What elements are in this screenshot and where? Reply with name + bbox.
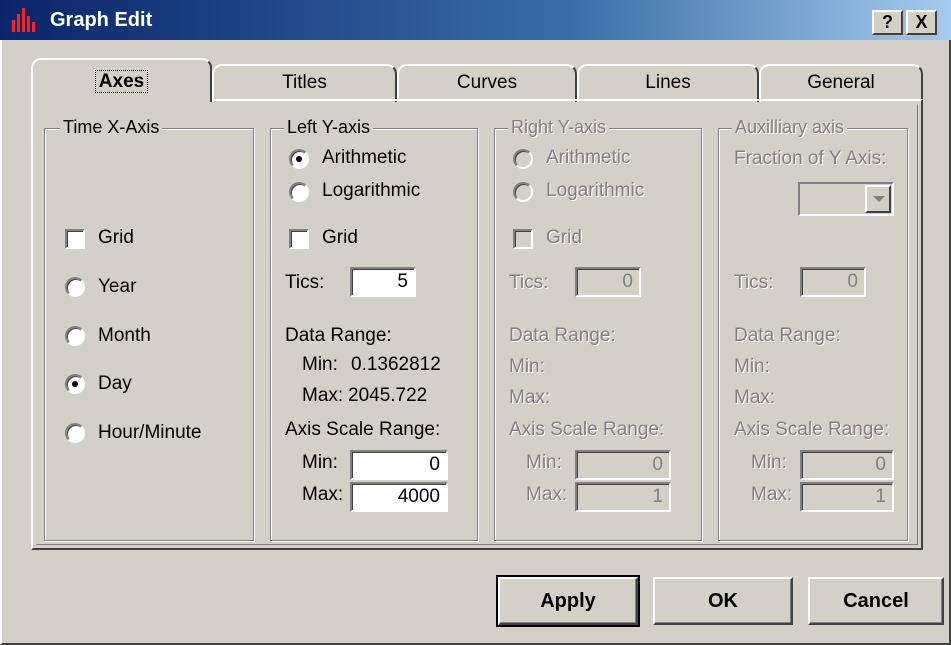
left-axis-scale-label: Axis Scale Range: (285, 419, 441, 440)
auxiliary-axis-title: Auxilliary axis (732, 116, 848, 138)
year-radio[interactable] (65, 277, 85, 297)
left-arithmetic-label: Arithmetic (322, 147, 407, 168)
left-scale-max-input[interactable]: 4000 (350, 482, 448, 512)
aux-scale-max-label: Max: (751, 484, 793, 505)
left-grid-checkbox[interactable] (289, 229, 309, 249)
left-logarithmic-radio[interactable] (289, 182, 309, 202)
month-radio[interactable] (65, 326, 85, 346)
right-scale-min-input[interactable]: 0 (575, 450, 671, 480)
tab-lines-label: Lines (645, 72, 691, 93)
left-scale-min-input[interactable]: 0 (350, 450, 448, 480)
time-x-grid-label: Grid (98, 227, 134, 248)
title-bar[interactable]: Graph Edit ? X (0, 0, 951, 40)
right-logarithmic-radio[interactable] (513, 182, 533, 202)
tab-general-label: General (807, 72, 875, 93)
tab-titles[interactable]: Titles (212, 64, 397, 102)
left-y-axis-title: Left Y-axis (284, 116, 374, 138)
apply-button[interactable]: Apply (496, 575, 640, 627)
tab-curves-label: Curves (456, 72, 518, 93)
cancel-button[interactable]: Cancel (808, 577, 944, 625)
tab-curves[interactable]: Curves (397, 64, 577, 102)
chevron-down-icon[interactable] (865, 185, 891, 213)
left-data-min-value: 0.1362812 (351, 354, 441, 375)
right-scale-min-label: Min: (526, 452, 562, 473)
tab-titles-label: Titles (282, 72, 327, 93)
right-logarithmic-label: Logarithmic (546, 180, 645, 201)
day-radio[interactable] (65, 374, 85, 394)
fraction-y-axis-select[interactable] (798, 182, 894, 216)
left-scale-max-label: Max: (302, 484, 344, 505)
year-label: Year (98, 276, 137, 297)
left-logarithmic-label: Logarithmic (322, 180, 421, 201)
bar-chart-icon (12, 8, 35, 32)
window-title: Graph Edit (50, 9, 153, 31)
aux-tics-input[interactable]: 0 (800, 267, 866, 297)
left-data-range-label: Data Range: (285, 325, 392, 346)
hour-minute-label: Hour/Minute (98, 422, 202, 443)
time-x-grid-checkbox[interactable] (65, 229, 85, 249)
right-scale-max-input[interactable]: 1 (575, 482, 671, 512)
left-tics-input[interactable]: 5 (350, 267, 416, 297)
tab-general[interactable]: General (759, 64, 923, 102)
right-scale-max-label: Max: (526, 484, 568, 505)
tab-axes-label: Axes (94, 70, 149, 93)
left-data-max-label: Max: (302, 385, 344, 406)
right-grid-label: Grid (546, 227, 582, 248)
left-scale-min-label: Min: (302, 452, 338, 473)
time-x-axis-title: Time X-Axis (60, 116, 163, 138)
left-data-min-label: Min: (302, 354, 338, 375)
aux-axis-scale-label: Axis Scale Range: (734, 419, 890, 440)
fraction-y-axis-label: Fraction of Y Axis: (734, 148, 887, 169)
close-button[interactable]: X (906, 10, 937, 35)
month-label: Month (98, 325, 151, 346)
right-data-range-label: Data Range: (509, 325, 616, 346)
ok-button[interactable]: OK (653, 577, 793, 625)
aux-scale-min-input[interactable]: 0 (800, 450, 894, 480)
aux-data-range-label: Data Range: (734, 325, 841, 346)
day-label: Day (98, 373, 132, 394)
right-y-axis-title: Right Y-axis (508, 116, 610, 138)
right-axis-scale-label: Axis Scale Range: (509, 419, 665, 440)
help-button[interactable]: ? (872, 10, 903, 35)
right-arithmetic-label: Arithmetic (546, 147, 631, 168)
aux-tics-label: Tics: (734, 272, 774, 293)
tab-axes[interactable]: Axes (31, 58, 212, 102)
aux-data-max-label: Max: (734, 387, 776, 408)
left-arithmetic-radio[interactable] (289, 149, 309, 169)
right-data-max-label: Max: (509, 387, 551, 408)
left-grid-label: Grid (322, 227, 358, 248)
aux-data-min-label: Min: (734, 356, 770, 377)
left-tics-label: Tics: (285, 272, 325, 293)
right-arithmetic-radio[interactable] (513, 149, 533, 169)
right-tics-input[interactable]: 0 (575, 267, 641, 297)
aux-scale-min-label: Min: (751, 452, 787, 473)
tab-lines[interactable]: Lines (577, 64, 759, 102)
right-grid-checkbox[interactable] (513, 229, 533, 249)
aux-scale-max-input[interactable]: 1 (800, 482, 894, 512)
right-tics-label: Tics: (509, 272, 549, 293)
left-data-max-value: 2045.722 (348, 385, 428, 406)
hour-minute-radio[interactable] (65, 423, 85, 443)
right-data-min-label: Min: (509, 356, 545, 377)
